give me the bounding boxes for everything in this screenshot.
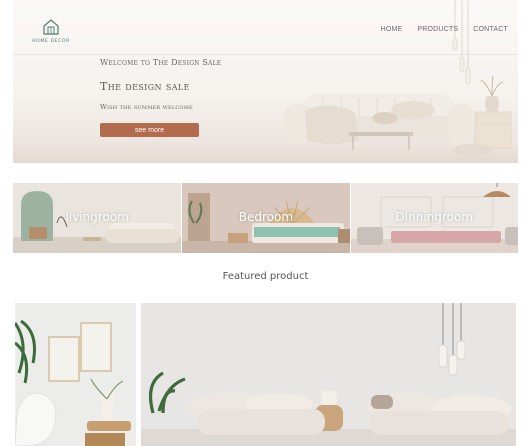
category-label-diningroom: Dinningroom bbox=[395, 210, 473, 224]
featured-product-card-1[interactable] bbox=[15, 303, 136, 446]
category-card-diningroom[interactable]: Dinningroom bbox=[349, 183, 518, 253]
see-more-button[interactable]: see more bbox=[100, 123, 199, 137]
hero-welcome-text: Welcome to The Design Sale bbox=[100, 58, 222, 67]
house-logo-icon bbox=[43, 19, 59, 35]
featured-product-image-1 bbox=[15, 303, 136, 446]
category-label-livingroom: livingroom bbox=[65, 210, 129, 224]
hero-sofa-image bbox=[285, 0, 512, 156]
hero-title: The design sale bbox=[100, 80, 190, 93]
hero-subtitle: Wish the summer welcome bbox=[100, 103, 193, 111]
category-label-bedroom: Bedroom bbox=[238, 210, 294, 224]
nav-link-products[interactable]: PRODUCTS bbox=[417, 26, 458, 33]
category-card-livingroom[interactable]: livingroom bbox=[13, 183, 182, 253]
featured-product-heading: Featured product bbox=[222, 271, 309, 282]
brand-name: HOME DECOR bbox=[32, 39, 70, 44]
nav-link-home[interactable]: HOME bbox=[381, 26, 403, 33]
hero-banner: HOME DECOR HOME PRODUCTS CONTACT Welcome… bbox=[13, 0, 518, 163]
top-navigation: HOME PRODUCTS CONTACT bbox=[366, 26, 508, 33]
featured-product-card-2[interactable] bbox=[141, 303, 516, 446]
category-strip: livingroom Bedroom Dinningroom bbox=[13, 183, 518, 253]
header-divider bbox=[13, 54, 518, 55]
category-card-bedroom[interactable]: Bedroom bbox=[181, 183, 350, 253]
featured-product-image-2 bbox=[141, 303, 516, 446]
nav-link-contact[interactable]: CONTACT bbox=[473, 26, 508, 33]
brand-logo[interactable]: HOME DECOR bbox=[29, 18, 73, 44]
